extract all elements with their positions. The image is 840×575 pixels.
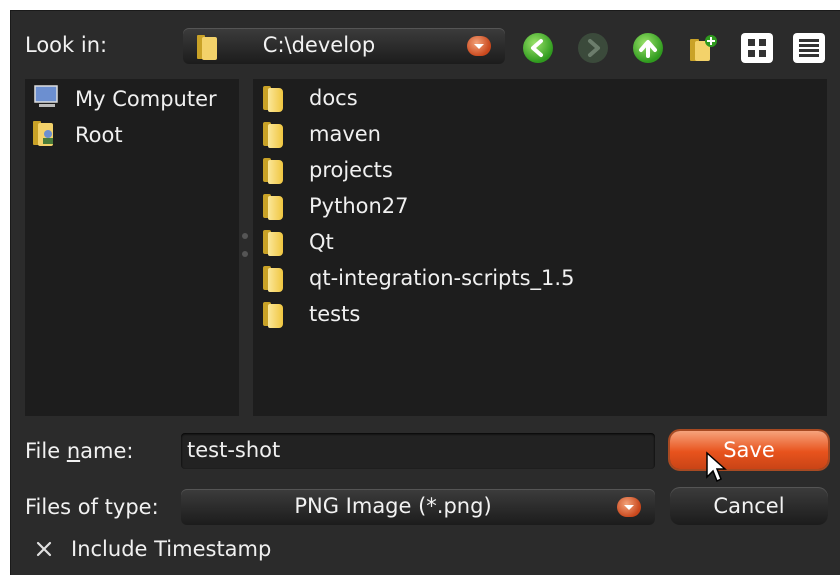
list-item[interactable]: qt-integration-scripts_1.5 xyxy=(263,261,574,295)
sidebar-item-my-computer[interactable]: My Computer xyxy=(33,82,217,116)
new-folder-icon[interactable] xyxy=(687,33,717,63)
folder-icon xyxy=(263,120,283,148)
computer-icon xyxy=(33,84,61,115)
sidebar: My Computer Root xyxy=(25,79,239,416)
file-type-combobox[interactable]: PNG Image (*.png) xyxy=(181,489,655,525)
save-button-label: Save xyxy=(723,438,775,462)
sidebar-item-label: My Computer xyxy=(75,87,217,111)
folder-icon xyxy=(263,228,283,256)
file-name-label: File name: xyxy=(25,439,134,463)
cancel-button-label: Cancel xyxy=(713,494,785,518)
file-name: maven xyxy=(309,122,381,146)
mouse-cursor-icon xyxy=(705,451,729,489)
file-name: qt-integration-scripts_1.5 xyxy=(309,266,575,290)
up-icon[interactable] xyxy=(633,33,663,63)
look-in-label: Look in: xyxy=(25,33,108,57)
sidebar-item-root[interactable]: Root xyxy=(33,118,123,152)
dropdown-icon[interactable] xyxy=(467,36,491,56)
cancel-button[interactable]: Cancel xyxy=(670,487,828,525)
list-view-icon[interactable] xyxy=(741,33,773,63)
file-name-field[interactable]: test-shot xyxy=(181,433,655,469)
list-item[interactable]: projects xyxy=(263,153,393,187)
file-list: docs maven projects Python27 Qt qt-integ… xyxy=(253,79,827,416)
list-item[interactable]: Qt xyxy=(263,225,334,259)
file-name: tests xyxy=(309,302,361,326)
folder-icon xyxy=(263,300,283,328)
splitter-handle[interactable] xyxy=(242,233,250,263)
forward-icon[interactable] xyxy=(578,33,608,63)
save-button[interactable]: Save xyxy=(670,431,828,469)
list-item[interactable]: Python27 xyxy=(263,189,409,223)
dropdown-icon[interactable] xyxy=(617,497,641,517)
checkbox-x-icon xyxy=(35,540,53,558)
file-name: projects xyxy=(309,158,393,182)
include-timestamp-checkbox[interactable]: Include Timestamp xyxy=(35,537,271,561)
file-type-label: Files of type: xyxy=(25,495,159,519)
file-name-value: test-shot xyxy=(187,438,281,462)
folder-icon xyxy=(263,192,283,220)
include-timestamp-label: Include Timestamp xyxy=(71,537,272,561)
list-item[interactable]: maven xyxy=(263,117,381,151)
list-item[interactable]: tests xyxy=(263,297,360,331)
current-path: C:\develop xyxy=(262,33,376,57)
file-name: Python27 xyxy=(309,194,409,218)
sidebar-item-label: Root xyxy=(75,123,123,147)
file-type-value: PNG Image (*.png) xyxy=(294,494,492,518)
folder-icon xyxy=(263,84,283,112)
back-icon[interactable] xyxy=(523,33,553,63)
folder-icon xyxy=(263,264,283,292)
file-name: docs xyxy=(309,86,358,110)
user-folder-icon xyxy=(33,119,57,152)
save-file-dialog: Look in: C:\develop My Computer Root doc… xyxy=(10,10,840,575)
folder-icon xyxy=(263,156,283,184)
file-name: Qt xyxy=(309,230,334,254)
detail-view-icon[interactable] xyxy=(793,33,825,63)
list-item[interactable]: docs xyxy=(263,81,358,115)
look-in-combobox[interactable]: C:\develop xyxy=(183,28,505,64)
